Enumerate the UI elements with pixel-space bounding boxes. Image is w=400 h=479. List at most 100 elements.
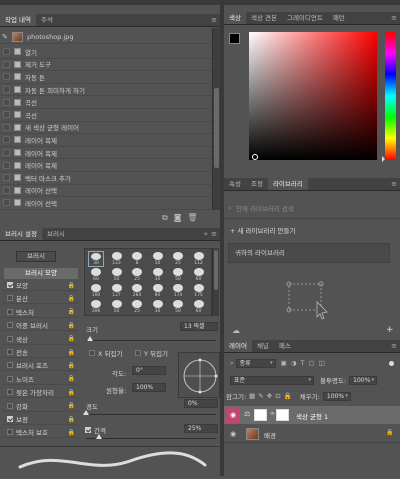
brush-tip[interactable]: 25 — [170, 251, 186, 267]
brush-setting-item[interactable]: 색상 🔒 — [2, 334, 78, 345]
collapse-icon[interactable]: » — [204, 228, 208, 241]
brush-tip[interactable]: 50 — [170, 299, 186, 315]
lock-icon[interactable]: 🔒 — [68, 362, 75, 369]
brushes-button[interactable]: 브러시 — [16, 251, 56, 262]
tab-adjustments[interactable]: 조정 — [246, 178, 268, 190]
brush-setting-item[interactable]: 텍스처 🔒 — [2, 307, 78, 318]
history-checkbox[interactable] — [3, 60, 10, 68]
library-search[interactable]: ⌕ 현재 라이브러리 검색 — [228, 202, 398, 214]
history-checkbox[interactable] — [3, 149, 10, 157]
brush-tip-scrollbar[interactable] — [212, 248, 219, 316]
history-checkbox[interactable] — [3, 111, 10, 119]
history-checkbox[interactable] — [3, 48, 10, 56]
history-checkbox[interactable] — [3, 73, 10, 81]
tab-notes[interactable]: 주석 — [36, 14, 58, 26]
history-item[interactable]: 자동 톤 — [0, 71, 212, 84]
blend-mode-dropdown[interactable]: 표준 — [230, 375, 314, 385]
saturation-value-field[interactable] — [249, 32, 377, 160]
brush-tip[interactable]: 175 — [191, 283, 207, 299]
brush-tip[interactable]: 50 — [109, 267, 125, 283]
brush-setting-checkbox[interactable] — [7, 362, 13, 369]
tab-properties[interactable]: 속성 — [224, 178, 246, 190]
history-item[interactable]: 레이어 선택 — [0, 197, 212, 210]
history-item[interactable]: 레이어 복제 — [0, 134, 212, 147]
brush-source-icon[interactable]: ✎ — [2, 33, 9, 41]
my-library-item[interactable]: 귀하의 라이브러리 — [228, 243, 390, 263]
history-item[interactable]: 열기 — [0, 46, 212, 59]
history-item[interactable]: 벡터 마스크 추가 — [0, 172, 212, 185]
brush-panel-menu-icon[interactable]: ≡ — [211, 228, 217, 241]
brush-setting-item[interactable]: 강화 🔒 — [2, 401, 78, 412]
color-picker-cursor[interactable] — [252, 154, 258, 160]
history-scrollbar[interactable] — [212, 28, 220, 210]
filter-toggle-icon[interactable] — [389, 360, 394, 366]
panel-menu-icon[interactable]: ≡ — [211, 14, 217, 27]
tab-layers[interactable]: 레이어 — [224, 340, 252, 352]
lock-brush-icon[interactable]: ✎ — [258, 392, 263, 400]
lock-icon[interactable]: 🔒 — [68, 429, 75, 436]
tab-swatches[interactable]: 색상 견본 — [246, 12, 282, 24]
lock-icon[interactable]: 🔒 — [68, 349, 75, 356]
visibility-eye-icon[interactable]: ◉ — [226, 407, 240, 423]
flip-x-checkbox[interactable]: X 뒤집기 — [84, 348, 122, 358]
camera-icon[interactable]: ◙ — [174, 213, 182, 222]
brush-setting-item[interactable]: 분산 🔒 — [2, 293, 78, 305]
roundness-field[interactable]: 100% — [132, 383, 166, 392]
brush-setting-checkbox[interactable] — [7, 402, 13, 409]
history-checkbox[interactable] — [3, 136, 10, 144]
history-item[interactable]: 자동 톤 희미하게 하기 — [0, 84, 212, 97]
brush-setting-item[interactable]: 브러시 포즈 🔒 — [2, 360, 78, 372]
history-item[interactable]: 제거 도구 — [0, 59, 212, 72]
filter-pixel-icon[interactable]: ▣ — [281, 359, 287, 367]
hue-slider[interactable] — [382, 32, 396, 162]
lock-icon[interactable]: 🔒 — [68, 282, 75, 289]
lock-icon[interactable]: 🔒 — [68, 308, 75, 315]
color-panel-menu-icon[interactable]: ≡ — [391, 12, 397, 25]
trash-icon[interactable]: 🗑 — [187, 213, 197, 222]
brush-tip[interactable]: 60 — [191, 267, 207, 283]
spacing-slider-track[interactable] — [86, 438, 216, 439]
angle-field[interactable]: 0° — [132, 366, 166, 375]
brush-tip-scroll-thumb[interactable] — [214, 250, 218, 290]
brush-tip[interactable]: 30 — [150, 267, 166, 283]
brush-setting-item[interactable]: 보정 🔒 — [2, 414, 78, 425]
history-checkbox[interactable] — [3, 186, 10, 194]
brush-tip-shape[interactable]: 브러시 모양 — [4, 268, 78, 279]
spacing-checkbox[interactable]: 간격 — [80, 425, 106, 435]
brush-setting-checkbox[interactable] — [7, 308, 13, 315]
history-checkbox[interactable] — [3, 199, 10, 207]
tab-brush-settings[interactable]: 브러시 설정 — [0, 228, 42, 240]
brush-tip[interactable]: 30 — [88, 251, 104, 267]
hardness-slider-track[interactable] — [86, 414, 216, 415]
layer-row-adjustment[interactable]: ◉ ⚖ ∞ 색상 균형 1 — [224, 406, 400, 424]
size-slider-track[interactable] — [86, 340, 216, 341]
history-checkbox[interactable] — [3, 98, 10, 106]
tab-brushes[interactable]: 브러시 — [42, 228, 70, 240]
create-library-button[interactable]: + 새 라이브러리 만들기 — [230, 225, 295, 235]
history-checkbox[interactable] — [3, 161, 10, 169]
tab-paths[interactable]: 패스 — [274, 340, 296, 352]
tab-libraries[interactable]: 라이브러리 — [267, 178, 308, 190]
new-document-from-state-icon[interactable]: ⧉ — [162, 213, 168, 223]
spacing-box[interactable] — [85, 427, 91, 433]
history-item[interactable]: 레이어 복제 — [0, 147, 212, 160]
fill-field[interactable]: 100% — [322, 391, 351, 401]
brush-setting-checkbox[interactable] — [7, 295, 13, 302]
brush-tip[interactable]: 306 — [88, 299, 104, 315]
flip-y-checkbox[interactable]: Y 뒤집기 — [130, 348, 168, 358]
lock-all-icon[interactable]: 🔒 — [284, 392, 292, 400]
lock-icon[interactable]: 🔒 — [68, 402, 75, 409]
brush-setting-item[interactable]: 젖은 가장자리 🔒 — [2, 387, 78, 399]
filter-kind-dropdown[interactable]: 종류 — [235, 358, 276, 368]
background-visibility-eye-icon[interactable]: ◉ — [226, 426, 240, 442]
brush-setting-item[interactable]: 이중 브러시 🔒 — [2, 320, 78, 332]
lock-icon[interactable]: 🔒 — [68, 389, 75, 396]
lock-icon[interactable]: 🔒 — [68, 335, 75, 342]
brush-tip[interactable]: 60 — [88, 267, 104, 283]
brush-setting-checkbox[interactable] — [7, 335, 13, 342]
brush-setting-checkbox[interactable] — [7, 282, 13, 288]
brush-setting-item[interactable]: 노이즈 🔒 — [2, 374, 78, 385]
brush-tip[interactable]: 8 — [129, 251, 145, 267]
tab-color[interactable]: 색상 — [224, 12, 246, 24]
brush-setting-item[interactable]: 모양 🔒 — [2, 280, 78, 291]
